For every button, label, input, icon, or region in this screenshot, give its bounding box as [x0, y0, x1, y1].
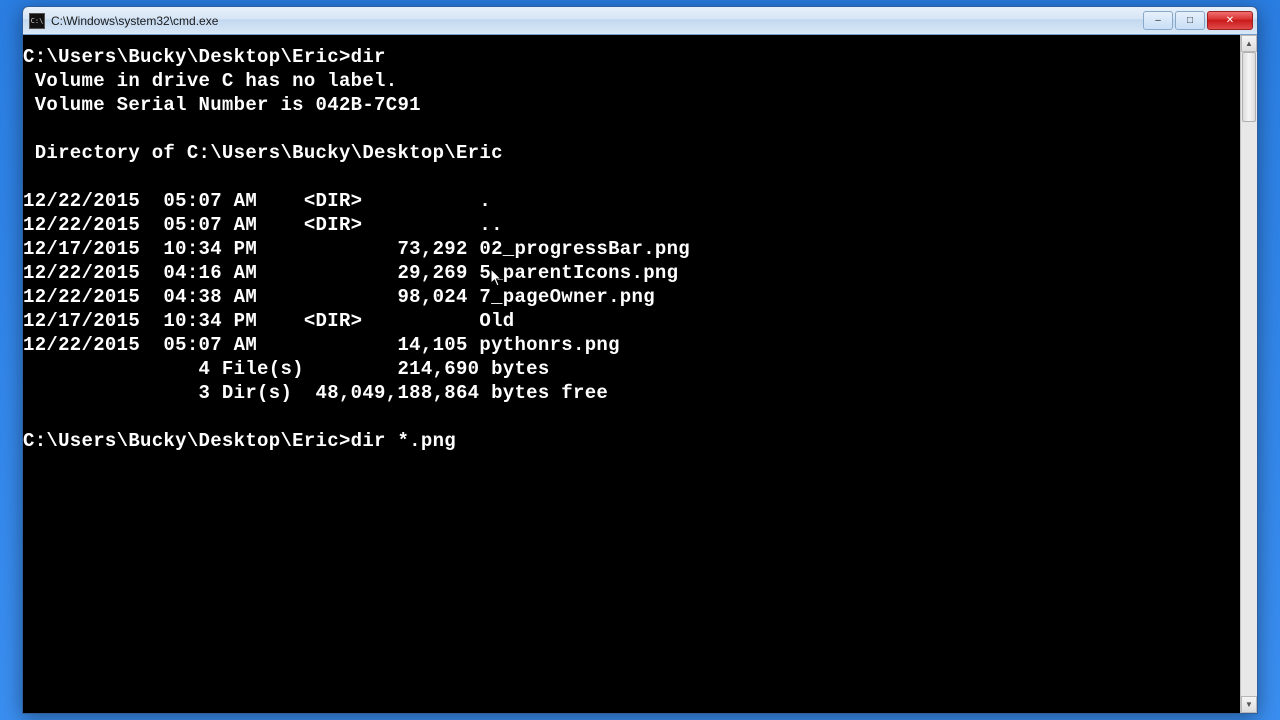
console-output[interactable]: C:\Users\Bucky\Desktop\Eric>dir Volume i… [23, 35, 1240, 713]
maximize-button[interactable]: □ [1175, 11, 1205, 30]
scroll-up-button[interactable]: ▲ [1241, 35, 1257, 52]
maximize-icon: □ [1187, 16, 1193, 26]
cmd-window: C:\Windows\system32\cmd.exe – □ ✕ C:\Use… [22, 6, 1258, 714]
chevron-up-icon: ▲ [1245, 39, 1253, 48]
close-button[interactable]: ✕ [1207, 11, 1253, 30]
close-icon: ✕ [1226, 16, 1234, 26]
chevron-down-icon: ▼ [1245, 700, 1253, 709]
cmd-icon [29, 13, 45, 29]
window-controls: – □ ✕ [1141, 11, 1253, 30]
window-title: C:\Windows\system32\cmd.exe [51, 14, 1141, 28]
scroll-thumb[interactable] [1242, 52, 1256, 122]
scroll-down-button[interactable]: ▼ [1241, 696, 1257, 713]
titlebar[interactable]: C:\Windows\system32\cmd.exe – □ ✕ [23, 7, 1257, 35]
vertical-scrollbar[interactable]: ▲ ▼ [1240, 35, 1257, 713]
scroll-track[interactable] [1241, 52, 1257, 696]
client-area: C:\Users\Bucky\Desktop\Eric>dir Volume i… [23, 35, 1257, 713]
minimize-icon: – [1155, 16, 1161, 26]
minimize-button[interactable]: – [1143, 11, 1173, 30]
